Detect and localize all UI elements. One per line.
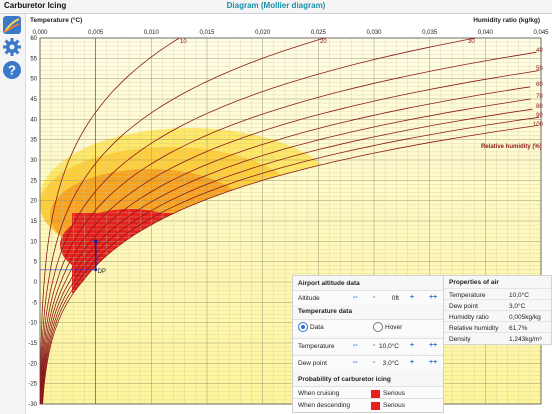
y-tick-label: -15 xyxy=(28,341,37,347)
rh-curve-label: 100 xyxy=(533,122,544,128)
temperature-row: Temperature -- - 10,0°C + ++ xyxy=(293,338,443,353)
y-tick-label: -30 xyxy=(28,402,37,408)
y-tick-label: 55 xyxy=(30,56,37,62)
x-tick-label: 0,025 xyxy=(311,30,327,36)
altitude-decrease-large-button[interactable]: -- xyxy=(353,294,358,301)
prop-row: Density 1,243kg/m³ xyxy=(444,332,551,345)
rh-curve-label: 50 xyxy=(536,66,543,72)
properties-title: Properties of air xyxy=(449,279,499,286)
rh-curve-label: 20 xyxy=(320,39,327,45)
temperature-data-title: Temperature data xyxy=(298,308,353,315)
prop-value: 1,243kg/m³ xyxy=(509,336,542,343)
y-tick-label: 25 xyxy=(30,178,37,184)
dewpoint-decrease-button[interactable]: - xyxy=(373,359,375,366)
altitude-label: Altitude xyxy=(298,295,320,302)
prop-label: Density xyxy=(449,336,471,343)
altitude-increase-button[interactable]: + xyxy=(410,294,414,301)
descending-swatch xyxy=(371,402,380,410)
cruising-label: When cruising xyxy=(298,390,340,397)
current-point-marker xyxy=(93,239,98,244)
data-mode-radio[interactable] xyxy=(298,322,308,332)
altitude-decrease-button[interactable]: - xyxy=(373,294,375,301)
y-tick-label: -5 xyxy=(32,300,38,306)
dewpoint-label: Dew point xyxy=(298,360,327,367)
y-axis-label: Temperature (°C) xyxy=(30,16,82,24)
prop-value: 0,005kg/kg xyxy=(509,314,541,321)
rh-axis-label: Relative humidity (%) xyxy=(481,144,542,150)
prop-value: 61,7% xyxy=(509,325,528,332)
rh-curve-label: 30 xyxy=(468,39,475,45)
dewpoint-increase-large-button[interactable]: ++ xyxy=(429,359,437,366)
prop-label: Temperature xyxy=(449,292,486,299)
data-mode-label: Data xyxy=(310,324,324,331)
rh-curve-label: 40 xyxy=(536,48,543,54)
rh-curve-label: 60 xyxy=(536,82,543,88)
temperature-increase-large-button[interactable]: ++ xyxy=(429,342,437,349)
rh-curve-label: 90 xyxy=(536,113,543,119)
dewpoint-value: 3,0°C xyxy=(382,360,399,367)
y-tick-label: -25 xyxy=(28,382,37,388)
y-tick-label: 20 xyxy=(30,199,37,205)
rh-curve-label: 70 xyxy=(536,94,543,100)
y-tick-label: 45 xyxy=(30,97,37,103)
descending-label: When descending xyxy=(298,402,351,409)
y-tick-label: 15 xyxy=(30,219,37,225)
cruising-swatch xyxy=(371,390,380,398)
x-tick-label: 0,045 xyxy=(533,30,549,36)
mode-row: Data Hover xyxy=(293,319,443,336)
dewpoint-increase-button[interactable]: + xyxy=(410,359,414,366)
input-panel: Airport altitude data Altitude -- - 0ft … xyxy=(292,275,444,413)
prop-label: Humidity ratio xyxy=(449,314,489,321)
y-tick-label: 60 xyxy=(30,36,37,42)
x-axis-label: Humidity ratio (kg/kg) xyxy=(473,17,540,24)
cruising-value: Serious xyxy=(383,390,406,397)
x-tick-label: 0,035 xyxy=(422,30,438,36)
altitude-increase-large-button[interactable]: ++ xyxy=(429,294,437,301)
y-tick-label: 50 xyxy=(30,77,37,83)
temperature-increase-button[interactable]: + xyxy=(410,342,414,349)
temperature-decrease-large-button[interactable]: -- xyxy=(353,342,358,349)
x-tick-label: 0,015 xyxy=(199,30,215,36)
y-tick-label: -20 xyxy=(28,361,37,367)
dewpoint-row: Dew point -- - 3,0°C + ++ xyxy=(293,355,443,370)
x-tick-label: 0,020 xyxy=(255,30,271,36)
prop-label: Relative humidity xyxy=(449,325,499,332)
temperature-decrease-button[interactable]: - xyxy=(373,342,375,349)
y-tick-label: 40 xyxy=(30,117,37,123)
prop-label: Dew point xyxy=(449,303,478,310)
hover-mode-label: Hover xyxy=(385,324,403,331)
x-tick-label: 0,000 xyxy=(32,30,48,36)
hover-mode-radio[interactable] xyxy=(373,322,383,332)
y-tick-label: 0 xyxy=(34,280,38,286)
properties-panel: Properties of air Temperature 10,0°C Dew… xyxy=(443,275,552,345)
y-tick-label: 5 xyxy=(34,260,38,266)
y-tick-label: 35 xyxy=(30,138,37,144)
x-tick-label: 0,030 xyxy=(366,30,382,36)
altitude-value: 0ft xyxy=(391,295,399,302)
x-tick-label: 0,040 xyxy=(478,30,494,36)
probability-title: Probability of carburetor icing xyxy=(298,376,391,383)
prop-value: 10,0°C xyxy=(509,292,529,299)
prop-value: 3,0°C xyxy=(509,303,526,310)
rh-curve-label: 80 xyxy=(536,104,543,110)
y-tick-label: -10 xyxy=(28,321,37,327)
descending-value: Serious xyxy=(383,402,406,409)
temperature-label: Temperature xyxy=(298,343,335,350)
temperature-value: 10,0°C xyxy=(379,343,399,350)
dewpoint-label: DP xyxy=(98,269,106,275)
airport-title: Airport altitude data xyxy=(298,280,360,287)
y-tick-label: 10 xyxy=(30,239,37,245)
descending-row: When descending Serious xyxy=(293,398,443,411)
x-tick-label: 0,010 xyxy=(144,30,160,36)
x-tick-label: 0,005 xyxy=(88,30,104,36)
y-tick-label: 30 xyxy=(30,158,37,164)
mollier-chart[interactable]: 10 20 30405060708090100Relative humidity (… xyxy=(0,0,552,414)
dewpoint-decrease-large-button[interactable]: -- xyxy=(353,359,358,366)
rh-curve-label: 10 xyxy=(180,39,187,45)
altitude-row: Altitude -- - 0ft + ++ xyxy=(293,290,443,305)
